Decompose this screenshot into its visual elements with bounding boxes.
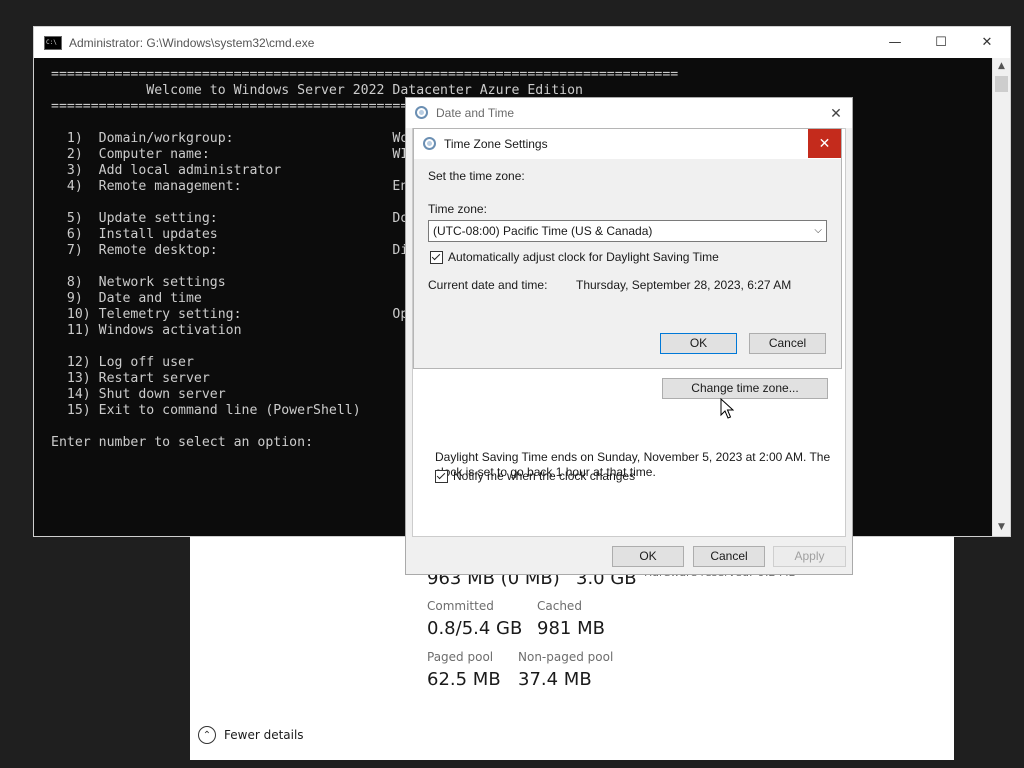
nonpaged-pool-value: 37.4 MB — [518, 669, 592, 690]
console-line: ========================================… — [51, 67, 679, 82]
fewer-details-button[interactable]: ⌃ Fewer details — [198, 726, 304, 744]
time-zone-settings-dialog: Time Zone Settings ✕ Set the time zone: … — [413, 128, 842, 369]
time-zone-dropdown[interactable]: (UTC-08:00) Pacific Time (US & Canada) ⌵ — [428, 220, 827, 242]
current-datetime-value: Thursday, September 28, 2023, 6:27 AM — [576, 278, 792, 292]
time-zone-value: (UTC-08:00) Pacific Time (US & Canada) — [433, 224, 653, 238]
paged-pool-label: Paged pool — [427, 650, 494, 664]
auto-dst-checkbox-row[interactable]: Automatically adjust clock for Daylight … — [430, 250, 719, 264]
tz-title: Time Zone Settings — [444, 137, 548, 151]
current-datetime-label: Current date and time: — [428, 278, 548, 292]
close-icon[interactable]: ✕ — [820, 98, 852, 128]
chevron-up-icon: ⌃ — [198, 726, 216, 744]
cmd-window-title: Administrator: G:\Windows\system32\cmd.e… — [69, 35, 315, 50]
cmd-titlebar[interactable]: C:\ Administrator: G:\Windows\system32\c… — [34, 27, 1010, 58]
committed-value: 0.8/5.4 GB — [427, 618, 523, 639]
scroll-up-icon[interactable]: ▲ — [993, 58, 1010, 75]
time-zone-label: Time zone: — [428, 202, 487, 216]
notify-clock-change-checkbox-row[interactable]: Notify me when the clock changes — [435, 469, 635, 483]
dt-cancel-button[interactable]: Cancel — [693, 546, 765, 567]
date-time-titlebar[interactable]: Date and Time ✕ — [406, 98, 852, 128]
cached-label: Cached — [537, 599, 582, 613]
dt-apply-button[interactable]: Apply — [773, 546, 846, 567]
notify-label: Notify me when the clock changes — [453, 469, 636, 483]
cached-value: 981 MB — [537, 618, 605, 639]
close-button[interactable]: ✕ — [964, 27, 1010, 58]
scroll-thumb[interactable] — [995, 76, 1008, 92]
paged-pool-value: 62.5 MB — [427, 669, 501, 690]
tz-titlebar[interactable]: Time Zone Settings ✕ — [414, 129, 841, 159]
dt-ok-button[interactable]: OK — [612, 546, 684, 567]
tz-cancel-button[interactable]: Cancel — [749, 333, 826, 354]
auto-dst-checkbox[interactable] — [430, 250, 443, 264]
vertical-scrollbar[interactable]: ▲ ▼ — [992, 58, 1010, 536]
scroll-down-icon[interactable]: ▼ — [993, 519, 1010, 536]
clock-settings-icon — [423, 137, 436, 150]
minimize-button[interactable]: — — [872, 27, 918, 58]
date-time-title: Date and Time — [436, 106, 515, 120]
tz-ok-button[interactable]: OK — [660, 333, 737, 354]
notify-checkbox[interactable] — [435, 469, 448, 483]
console-icon: C:\ — [44, 35, 62, 50]
change-time-zone-button[interactable]: Change time zone... — [662, 378, 828, 399]
committed-label: Committed — [427, 599, 494, 613]
set-time-zone-label: Set the time zone: — [428, 169, 525, 183]
mouse-pointer-icon — [720, 398, 734, 419]
fewer-details-label: Fewer details — [224, 728, 304, 742]
nonpaged-pool-label: Non-paged pool — [518, 650, 614, 664]
auto-dst-label: Automatically adjust clock for Daylight … — [448, 250, 719, 264]
clock-settings-icon — [415, 106, 428, 119]
chevron-down-icon: ⌵ — [814, 225, 822, 236]
maximize-button[interactable]: ☐ — [918, 27, 964, 58]
close-icon[interactable]: ✕ — [808, 129, 841, 158]
